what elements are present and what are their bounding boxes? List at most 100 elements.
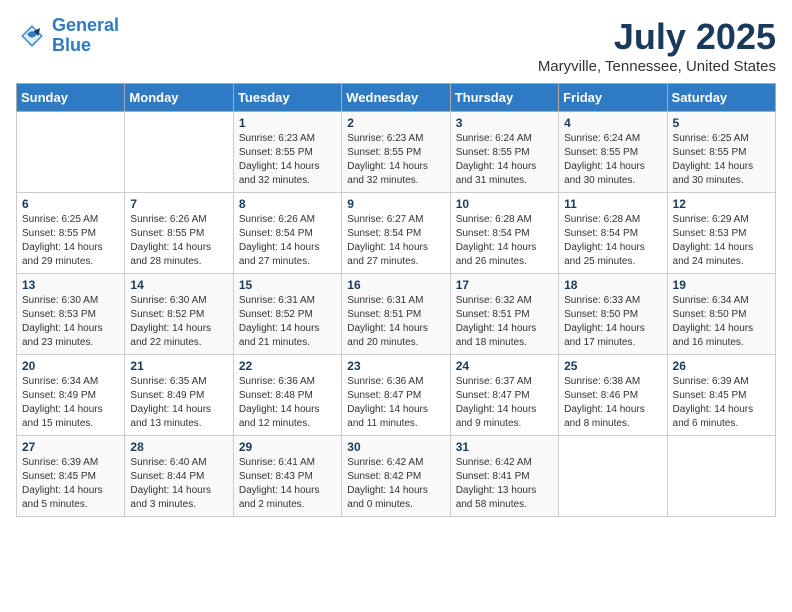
- day-number: 1: [239, 116, 336, 130]
- day-info: Sunrise: 6:30 AM Sunset: 8:52 PM Dayligh…: [130, 294, 227, 350]
- day-number: 2: [347, 116, 444, 130]
- header-day-thursday: Thursday: [450, 84, 558, 112]
- day-info: Sunrise: 6:24 AM Sunset: 8:55 PM Dayligh…: [456, 132, 553, 188]
- day-info: Sunrise: 6:41 AM Sunset: 8:43 PM Dayligh…: [239, 456, 336, 512]
- day-number: 6: [22, 197, 119, 211]
- day-number: 10: [456, 197, 553, 211]
- day-info: Sunrise: 6:36 AM Sunset: 8:47 PM Dayligh…: [347, 375, 444, 431]
- calendar-cell: [125, 112, 233, 193]
- day-number: 31: [456, 440, 553, 454]
- day-number: 29: [239, 440, 336, 454]
- calendar-cell: 10 Sunrise: 6:28 AM Sunset: 8:54 PM Dayli…: [450, 193, 558, 274]
- calendar-body: 1Sunrise: 6:23 AM Sunset: 8:55 PM Daylig…: [17, 112, 776, 517]
- day-info: Sunrise: 6:40 AM Sunset: 8:44 PM Dayligh…: [130, 456, 227, 512]
- week-row-1: 1Sunrise: 6:23 AM Sunset: 8:55 PM Daylig…: [17, 112, 776, 193]
- day-number: 4: [564, 116, 661, 130]
- calendar-cell: 22 Sunrise: 6:36 AM Sunset: 8:48 PM Dayli…: [233, 355, 341, 436]
- day-number: 28: [130, 440, 227, 454]
- day-number: 5: [673, 116, 770, 130]
- calendar-cell: 18 Sunrise: 6:33 AM Sunset: 8:50 PM Dayli…: [559, 274, 667, 355]
- header-row: SundayMondayTuesdayWednesdayThursdayFrid…: [17, 84, 776, 112]
- day-number: 9: [347, 197, 444, 211]
- day-number: 12: [673, 197, 770, 211]
- calendar-cell: 28 Sunrise: 6:40 AM Sunset: 8:44 PM Dayli…: [125, 436, 233, 517]
- calendar-cell: 29 Sunrise: 6:41 AM Sunset: 8:43 PM Dayli…: [233, 436, 341, 517]
- week-row-2: 6 Sunrise: 6:25 AM Sunset: 8:55 PM Daylig…: [17, 193, 776, 274]
- day-info: Sunrise: 6:39 AM Sunset: 8:45 PM Dayligh…: [673, 375, 770, 431]
- day-info: Sunrise: 6:26 AM Sunset: 8:55 PM Dayligh…: [130, 213, 227, 269]
- week-row-4: 20Sunrise: 6:34 AM Sunset: 8:49 PM Dayli…: [17, 355, 776, 436]
- calendar-cell: 30 Sunrise: 6:42 AM Sunset: 8:42 PM Dayli…: [342, 436, 450, 517]
- calendar-cell: 19 Sunrise: 6:34 AM Sunset: 8:50 PM Dayli…: [667, 274, 775, 355]
- calendar-table: SundayMondayTuesdayWednesdayThursdayFrid…: [16, 83, 776, 517]
- day-info: Sunrise: 6:29 AM Sunset: 8:53 PM Dayligh…: [673, 213, 770, 269]
- calendar-cell: 4 Sunrise: 6:24 AM Sunset: 8:55 PM Daylig…: [559, 112, 667, 193]
- calendar-cell: 17 Sunrise: 6:32 AM Sunset: 8:51 PM Dayli…: [450, 274, 558, 355]
- day-info: Sunrise: 6:37 AM Sunset: 8:47 PM Dayligh…: [456, 375, 553, 431]
- day-number: 13: [22, 278, 119, 292]
- day-info: Sunrise: 6:35 AM Sunset: 8:49 PM Dayligh…: [130, 375, 227, 431]
- day-info: Sunrise: 6:25 AM Sunset: 8:55 PM Dayligh…: [22, 213, 119, 269]
- logo-text: General Blue: [52, 16, 119, 56]
- logo: General Blue: [16, 16, 119, 56]
- day-info: Sunrise: 6:31 AM Sunset: 8:52 PM Dayligh…: [239, 294, 336, 350]
- day-number: 3: [456, 116, 553, 130]
- logo-blue: Blue: [52, 35, 91, 55]
- day-number: 21: [130, 359, 227, 373]
- day-number: 20: [22, 359, 119, 373]
- day-number: 11: [564, 197, 661, 211]
- header-day-friday: Friday: [559, 84, 667, 112]
- day-info: Sunrise: 6:25 AM Sunset: 8:55 PM Dayligh…: [673, 132, 770, 188]
- calendar-cell: 24 Sunrise: 6:37 AM Sunset: 8:47 PM Dayli…: [450, 355, 558, 436]
- calendar-cell: 21 Sunrise: 6:35 AM Sunset: 8:49 PM Dayli…: [125, 355, 233, 436]
- day-info: Sunrise: 6:24 AM Sunset: 8:55 PM Dayligh…: [564, 132, 661, 188]
- calendar-cell: 12 Sunrise: 6:29 AM Sunset: 8:53 PM Dayli…: [667, 193, 775, 274]
- calendar-cell: 31 Sunrise: 6:42 AM Sunset: 8:41 PM Dayli…: [450, 436, 558, 517]
- day-number: 8: [239, 197, 336, 211]
- calendar-cell: 11 Sunrise: 6:28 AM Sunset: 8:54 PM Dayli…: [559, 193, 667, 274]
- day-number: 25: [564, 359, 661, 373]
- day-info: Sunrise: 6:28 AM Sunset: 8:54 PM Dayligh…: [564, 213, 661, 269]
- day-number: 18: [564, 278, 661, 292]
- header-day-monday: Monday: [125, 84, 233, 112]
- day-number: 15: [239, 278, 336, 292]
- calendar-cell: 15 Sunrise: 6:31 AM Sunset: 8:52 PM Dayli…: [233, 274, 341, 355]
- day-number: 24: [456, 359, 553, 373]
- day-number: 22: [239, 359, 336, 373]
- day-number: 14: [130, 278, 227, 292]
- calendar-cell: 20Sunrise: 6:34 AM Sunset: 8:49 PM Dayli…: [17, 355, 125, 436]
- calendar-cell: 13 Sunrise: 6:30 AM Sunset: 8:53 PM Dayli…: [17, 274, 125, 355]
- day-info: Sunrise: 6:26 AM Sunset: 8:54 PM Dayligh…: [239, 213, 336, 269]
- day-info: Sunrise: 6:42 AM Sunset: 8:42 PM Dayligh…: [347, 456, 444, 512]
- day-info: Sunrise: 6:27 AM Sunset: 8:54 PM Dayligh…: [347, 213, 444, 269]
- calendar-cell: 6 Sunrise: 6:25 AM Sunset: 8:55 PM Daylig…: [17, 193, 125, 274]
- day-info: Sunrise: 6:30 AM Sunset: 8:53 PM Dayligh…: [22, 294, 119, 350]
- day-number: 26: [673, 359, 770, 373]
- day-info: Sunrise: 6:31 AM Sunset: 8:51 PM Dayligh…: [347, 294, 444, 350]
- title-block: July 2025 Maryville, Tennessee, United S…: [538, 16, 776, 75]
- calendar-cell: 14 Sunrise: 6:30 AM Sunset: 8:52 PM Dayli…: [125, 274, 233, 355]
- day-number: 19: [673, 278, 770, 292]
- day-number: 30: [347, 440, 444, 454]
- day-info: Sunrise: 6:42 AM Sunset: 8:41 PM Dayligh…: [456, 456, 553, 512]
- day-info: Sunrise: 6:36 AM Sunset: 8:48 PM Dayligh…: [239, 375, 336, 431]
- day-number: 23: [347, 359, 444, 373]
- day-number: 17: [456, 278, 553, 292]
- logo-icon: [16, 20, 48, 52]
- day-info: Sunrise: 6:32 AM Sunset: 8:51 PM Dayligh…: [456, 294, 553, 350]
- calendar-cell: [667, 436, 775, 517]
- header-day-wednesday: Wednesday: [342, 84, 450, 112]
- day-info: Sunrise: 6:28 AM Sunset: 8:54 PM Dayligh…: [456, 213, 553, 269]
- calendar-cell: 3 Sunrise: 6:24 AM Sunset: 8:55 PM Daylig…: [450, 112, 558, 193]
- day-info: Sunrise: 6:34 AM Sunset: 8:50 PM Dayligh…: [673, 294, 770, 350]
- week-row-5: 27Sunrise: 6:39 AM Sunset: 8:45 PM Dayli…: [17, 436, 776, 517]
- calendar-subtitle: Maryville, Tennessee, United States: [538, 58, 776, 75]
- day-info: Sunrise: 6:33 AM Sunset: 8:50 PM Dayligh…: [564, 294, 661, 350]
- calendar-cell: 2Sunrise: 6:23 AM Sunset: 8:55 PM Daylig…: [342, 112, 450, 193]
- calendar-title: July 2025: [538, 16, 776, 58]
- week-row-3: 13 Sunrise: 6:30 AM Sunset: 8:53 PM Dayli…: [17, 274, 776, 355]
- calendar-cell: 23 Sunrise: 6:36 AM Sunset: 8:47 PM Dayli…: [342, 355, 450, 436]
- calendar-header: SundayMondayTuesdayWednesdayThursdayFrid…: [17, 84, 776, 112]
- calendar-cell: 9 Sunrise: 6:27 AM Sunset: 8:54 PM Daylig…: [342, 193, 450, 274]
- day-number: 27: [22, 440, 119, 454]
